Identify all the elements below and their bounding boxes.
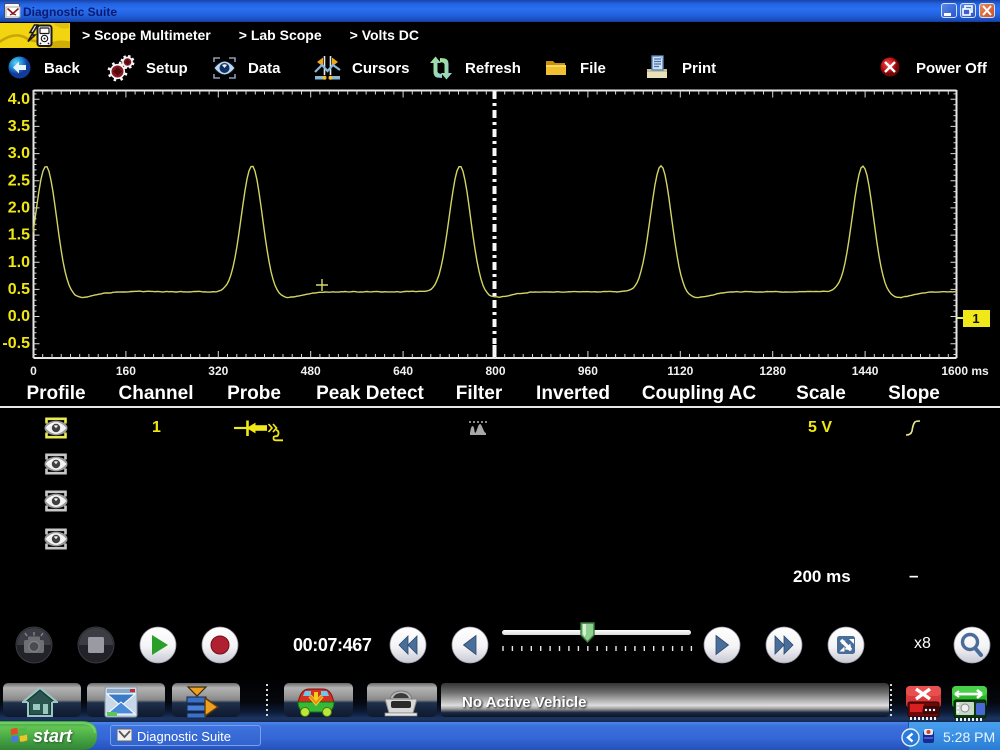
svg-text:960: 960: [578, 364, 598, 378]
svg-text:1: 1: [972, 311, 979, 326]
svg-text:3.5: 3.5: [8, 118, 30, 135]
svg-text:1280: 1280: [759, 364, 786, 378]
svg-text:480: 480: [301, 364, 321, 378]
svg-text:1600 ms: 1600 ms: [941, 364, 989, 378]
svg-text:160: 160: [116, 364, 136, 378]
svg-text:1.5: 1.5: [8, 227, 30, 244]
svg-text:640: 640: [393, 364, 413, 378]
svg-text:2.0: 2.0: [8, 200, 30, 217]
svg-text:4.0: 4.0: [8, 91, 30, 108]
svg-text:0: 0: [30, 364, 37, 378]
svg-text:1.0: 1.0: [8, 254, 30, 271]
svg-text:1120: 1120: [667, 364, 693, 378]
svg-text:320: 320: [208, 364, 228, 378]
svg-text:0.0: 0.0: [8, 308, 30, 325]
svg-text:800: 800: [485, 364, 505, 378]
svg-text:3.0: 3.0: [8, 145, 30, 162]
svg-text:0.5: 0.5: [8, 281, 30, 298]
svg-text:2.5: 2.5: [8, 172, 30, 189]
svg-text:-0.5: -0.5: [2, 335, 30, 352]
svg-text:1440: 1440: [852, 364, 879, 378]
